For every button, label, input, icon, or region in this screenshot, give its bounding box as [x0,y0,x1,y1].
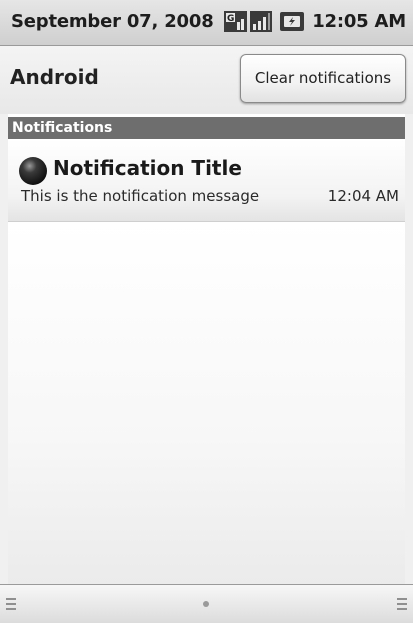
app-title: Android [10,65,99,89]
notification-list-empty-area [8,222,405,584]
header: Android Clear notifications [0,46,413,114]
status-time: 12:05 AM [312,11,406,32]
svg-text:G: G [227,14,234,24]
notification-screen: September 07, 2008 G 12:05 AM Android Cl… [0,0,413,623]
network-g-icon: G [224,11,247,32]
grip-right-icon [397,598,407,610]
frame-right [405,114,413,584]
status-bar[interactable]: September 07, 2008 G 12:05 AM [0,0,413,46]
notification-ball-icon [18,156,48,190]
notifications-section-header: Notifications [8,117,405,139]
status-date: September 07, 2008 [11,11,214,32]
battery-charging-icon [280,11,304,32]
notification-title: Notification Title [53,156,242,180]
signal-strength-icon [250,11,272,32]
clear-notifications-button[interactable]: Clear notifications [240,54,406,103]
grip-left-icon [6,598,16,610]
handle-dot-icon [203,601,209,607]
notification-time: 12:04 AM [327,187,399,205]
shade-close-handle[interactable] [0,584,413,623]
notification-item[interactable]: Notification Title This is the notificat… [8,139,405,222]
frame-left [0,114,8,584]
notification-message: This is the notification message [21,187,260,205]
